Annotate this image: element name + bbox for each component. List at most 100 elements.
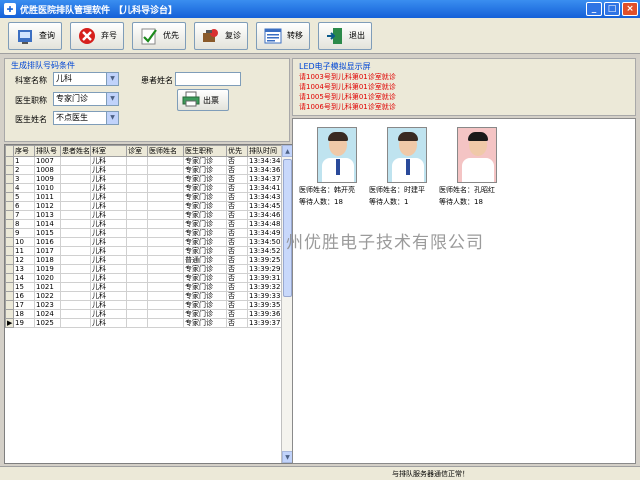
table-cell[interactable]: 儿科 [90, 219, 127, 229]
row-header[interactable] [5, 156, 14, 166]
table-cell[interactable] [60, 219, 91, 229]
table-cell[interactable]: 8 [13, 219, 35, 229]
table-cell[interactable]: 否 [226, 192, 248, 202]
table-cell[interactable]: 1023 [34, 300, 61, 310]
table-cell[interactable]: 10 [13, 237, 35, 247]
table-cell[interactable] [126, 210, 148, 220]
table-cell[interactable] [60, 255, 91, 265]
row-header[interactable] [5, 165, 14, 175]
table-cell[interactable]: 专家门诊 [183, 318, 227, 328]
table-cell[interactable] [60, 156, 91, 166]
table-cell[interactable]: 否 [226, 309, 248, 319]
table-cell[interactable]: 13:39:31 [247, 273, 282, 283]
table-cell[interactable] [60, 183, 91, 193]
table-cell[interactable]: 1016 [34, 237, 61, 247]
table-cell[interactable]: 18 [13, 309, 35, 319]
exit-button[interactable]: 退出 [318, 21, 372, 50]
table-cell[interactable] [147, 255, 184, 265]
table-row[interactable]: 5 1011 儿科 专家门诊否 13:34:43 [5, 192, 282, 202]
table-cell[interactable]: 1009 [34, 174, 61, 184]
table-cell[interactable]: 专家门诊 [183, 273, 227, 283]
table-cell[interactable] [147, 174, 184, 184]
table-cell[interactable] [126, 318, 148, 328]
table-cell[interactable]: 13:34:36 [247, 165, 282, 175]
row-header[interactable] [5, 282, 14, 292]
table-cell[interactable]: 13:39:33 [247, 291, 282, 301]
row-header[interactable] [5, 264, 14, 274]
table-cell[interactable]: 13:34:48 [247, 219, 282, 229]
table-cell[interactable]: 专家门诊 [183, 210, 227, 220]
table-cell[interactable]: 17 [13, 300, 35, 310]
reject-button[interactable]: 弃号 [70, 21, 124, 50]
column-header[interactable]: 患者姓名 [60, 145, 91, 157]
doctor-card[interactable]: 医师姓名：韩开亮 等待人数：18 [299, 127, 373, 207]
dept-select[interactable]: 儿科 ▼ [53, 72, 119, 86]
table-cell[interactable]: 5 [13, 192, 35, 202]
chevron-down-icon[interactable]: ▼ [106, 112, 118, 124]
table-cell[interactable]: 专家门诊 [183, 174, 227, 184]
table-cell[interactable]: 儿科 [90, 282, 127, 292]
table-row[interactable]: 11 1017 儿科 专家门诊否 13:34:52 [5, 246, 282, 256]
table-cell[interactable]: 专家门诊 [183, 192, 227, 202]
table-row[interactable]: 7 1013 儿科 专家门诊否 13:34:46 [5, 210, 282, 220]
table-cell[interactable]: 13:34:52 [247, 246, 282, 256]
table-cell[interactable]: 13:39:29 [247, 264, 282, 274]
row-header[interactable] [5, 237, 14, 247]
table-row[interactable]: 9 1015 儿科 专家门诊否 13:34:49 [5, 228, 282, 238]
table-cell[interactable] [126, 300, 148, 310]
column-header[interactable]: 诊室 [126, 145, 148, 157]
table-cell[interactable]: 13:39:37 [247, 318, 282, 328]
table-cell[interactable]: 14 [13, 273, 35, 283]
table-cell[interactable]: 儿科 [90, 183, 127, 193]
table-cell[interactable] [126, 219, 148, 229]
table-cell[interactable]: 1022 [34, 291, 61, 301]
table-cell[interactable]: 1014 [34, 219, 61, 229]
table-cell[interactable] [126, 156, 148, 166]
table-cell[interactable] [147, 210, 184, 220]
table-cell[interactable]: 专家门诊 [183, 309, 227, 319]
column-header[interactable]: 医生职称 [183, 145, 227, 157]
table-cell[interactable] [147, 219, 184, 229]
table-cell[interactable]: 否 [226, 165, 248, 175]
doctor-card[interactable]: 医师姓名：孔昭红 等待人数：18 [439, 127, 513, 207]
table-cell[interactable]: 1011 [34, 192, 61, 202]
table-row[interactable]: ▶ 19 1025 儿科 专家门诊否 13:39:37 [5, 318, 282, 328]
table-row[interactable]: 14 1020 儿科 专家门诊否 13:39:31 [5, 273, 282, 283]
table-cell[interactable] [147, 183, 184, 193]
table-cell[interactable]: 专家门诊 [183, 165, 227, 175]
column-header[interactable]: 排队号 [34, 145, 61, 157]
table-cell[interactable] [126, 246, 148, 256]
row-header[interactable] [5, 246, 14, 256]
table-cell[interactable]: 儿科 [90, 228, 127, 238]
column-header[interactable]: 科室 [90, 145, 127, 157]
table-cell[interactable]: 2 [13, 165, 35, 175]
table-cell[interactable]: 否 [226, 201, 248, 211]
table-cell[interactable]: 否 [226, 219, 248, 229]
row-header[interactable] [5, 219, 14, 229]
table-cell[interactable] [126, 228, 148, 238]
table-cell[interactable]: 13:34:34 [247, 156, 282, 166]
table-cell[interactable]: 专家门诊 [183, 237, 227, 247]
table-row[interactable]: 13 1019 儿科 专家门诊否 13:39:29 [5, 264, 282, 274]
table-cell[interactable] [60, 165, 91, 175]
table-cell[interactable] [60, 237, 91, 247]
table-cell[interactable]: 儿科 [90, 264, 127, 274]
table-cell[interactable]: 否 [226, 264, 248, 274]
column-header[interactable]: 优先 [226, 145, 248, 157]
table-cell[interactable] [147, 228, 184, 238]
table-cell[interactable] [147, 318, 184, 328]
row-header[interactable] [5, 174, 14, 184]
table-cell[interactable] [60, 291, 91, 301]
table-cell[interactable] [147, 246, 184, 256]
table-cell[interactable]: 否 [226, 291, 248, 301]
table-cell[interactable] [147, 201, 184, 211]
table-cell[interactable]: 否 [226, 300, 248, 310]
table-cell[interactable] [60, 210, 91, 220]
table-cell[interactable]: 专家门诊 [183, 183, 227, 193]
table-cell[interactable]: 13:34:50 [247, 237, 282, 247]
table-cell[interactable] [126, 183, 148, 193]
close-icon[interactable]: × [622, 2, 638, 16]
table-row[interactable]: 10 1016 儿科 专家门诊否 13:34:50 [5, 237, 282, 247]
table-cell[interactable]: 1010 [34, 183, 61, 193]
table-cell[interactable] [60, 201, 91, 211]
